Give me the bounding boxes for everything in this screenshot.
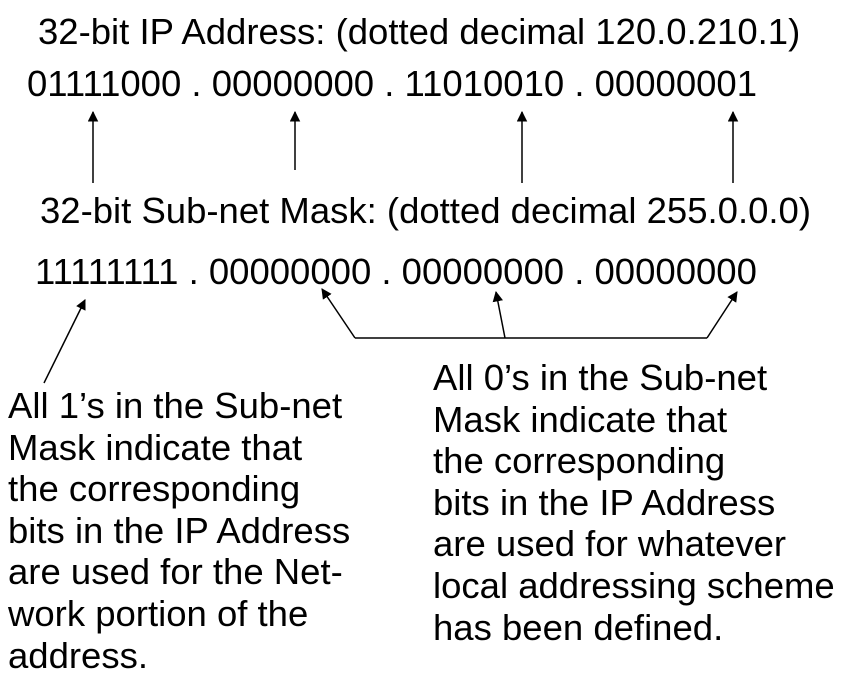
- note-line: Mask indicate that: [8, 426, 303, 468]
- note-line: the corresponding: [433, 440, 726, 482]
- ones-explanation: All 1’s in the Sub-net Mask indicate tha…: [8, 385, 350, 676]
- zeros-arrow-octet-3: [492, 290, 506, 339]
- zeros-arrow-octet-2: [321, 288, 356, 339]
- note-line: All 0’s in the Sub-net: [433, 357, 768, 398]
- note-line: bits in the IP Address: [8, 509, 351, 551]
- note-line: the corresponding: [8, 468, 301, 510]
- subnet-mask-diagram: 32-bit IP Address: (dotted decimal 120.0…: [0, 0, 868, 681]
- note-line: are used for whatever: [433, 523, 787, 565]
- zeros-arrow-octet-4: [706, 291, 738, 339]
- note-line: work portion of the: [8, 592, 309, 634]
- zeros-explanation: All 0’s in the Sub-net Mask indicate tha…: [433, 357, 835, 648]
- note-line: local addressing scheme: [433, 564, 835, 606]
- note-line: has been defined.: [433, 606, 724, 648]
- note-line: address.: [8, 634, 148, 676]
- note-line: bits in the IP Address: [433, 481, 776, 523]
- note-line: Mask indicate that: [433, 398, 728, 440]
- ones-note-arrow: [43, 299, 86, 384]
- note-line: are used for the Net-: [8, 551, 343, 593]
- note-line: All 1’s in the Sub-net: [8, 385, 343, 426]
